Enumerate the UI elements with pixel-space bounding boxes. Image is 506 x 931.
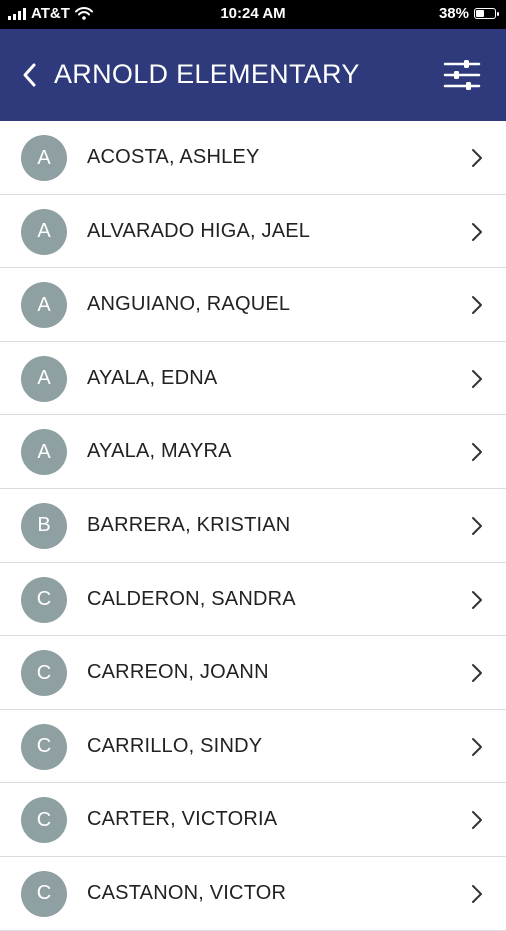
student-name: CALDERON, SANDRA bbox=[87, 587, 296, 610]
battery-icon bbox=[474, 8, 499, 19]
avatar: A bbox=[21, 355, 67, 402]
chevron-right-icon bbox=[472, 590, 482, 609]
chevron-left-icon bbox=[23, 63, 36, 87]
filter-button[interactable] bbox=[442, 55, 482, 95]
student-name: AYALA, MAYRA bbox=[87, 440, 232, 463]
status-right: 38% bbox=[438, 5, 499, 22]
avatar: C bbox=[21, 870, 67, 917]
avatar: C bbox=[21, 723, 67, 770]
list-item[interactable]: C CARREON, JOANN bbox=[0, 636, 506, 710]
app-header: ARNOLD ELEMENTARY bbox=[0, 29, 506, 121]
chevron-right-icon bbox=[472, 369, 482, 388]
chevron-right-icon bbox=[472, 664, 482, 683]
list-item[interactable]: C CASTANON, VICTOR bbox=[0, 857, 506, 931]
chevron-right-icon bbox=[472, 149, 482, 167]
chevron-right-icon bbox=[472, 811, 482, 830]
chevron-right-icon bbox=[472, 296, 482, 315]
avatar: C bbox=[21, 797, 67, 844]
student-name: CARREON, JOANN bbox=[87, 661, 269, 684]
sliders-icon bbox=[443, 60, 481, 90]
student-name: CASTANON, VICTOR bbox=[87, 881, 287, 904]
page-title: ARNOLD ELEMENTARY bbox=[54, 59, 360, 89]
student-name: ALVARADO HIGA, JAEL bbox=[87, 219, 311, 242]
list-item[interactable]: B BARRERA, KRISTIAN bbox=[0, 489, 506, 563]
chevron-right-icon bbox=[472, 884, 482, 903]
avatar: A bbox=[21, 208, 67, 255]
list-item[interactable]: A ALVARADO HIGA, JAEL bbox=[0, 195, 506, 269]
battery-percent: 38% bbox=[438, 5, 469, 22]
avatar: A bbox=[21, 135, 67, 181]
list-item[interactable]: A AYALA, EDNA bbox=[0, 342, 506, 416]
student-name: AYALA, EDNA bbox=[87, 366, 218, 389]
status-bar: AT&T 10:24 AM 38% bbox=[0, 0, 506, 29]
battery-fill bbox=[476, 10, 484, 17]
avatar: B bbox=[21, 502, 67, 549]
student-name: ACOSTA, ASHLEY bbox=[87, 146, 260, 168]
student-name: CARRILLO, SINDY bbox=[87, 734, 263, 757]
avatar: A bbox=[21, 282, 67, 329]
list-item[interactable]: A ACOSTA, ASHLEY bbox=[0, 121, 506, 195]
student-name: ANGUIANO, RAQUEL bbox=[87, 293, 291, 316]
list-item[interactable]: A ANGUIANO, RAQUEL bbox=[0, 268, 506, 342]
list-item[interactable]: A AYALA, MAYRA bbox=[0, 415, 506, 489]
avatar: C bbox=[21, 650, 67, 697]
chevron-right-icon bbox=[472, 516, 482, 535]
chevron-right-icon bbox=[472, 737, 482, 756]
list-item[interactable]: C CALDERON, SANDRA bbox=[0, 563, 506, 637]
list-item[interactable]: C CARRILLO, SINDY bbox=[0, 710, 506, 784]
back-button[interactable] bbox=[14, 57, 44, 93]
chevron-right-icon bbox=[472, 443, 482, 462]
chevron-right-icon bbox=[472, 222, 482, 241]
avatar: A bbox=[21, 429, 67, 476]
student-list: A ACOSTA, ASHLEY A ALVARADO HIGA, JAEL A ANGU… bbox=[0, 121, 506, 931]
student-name: BARRERA, KRISTIAN bbox=[87, 513, 291, 536]
list-item[interactable]: C CARTER, VICTORIA bbox=[0, 783, 506, 857]
avatar: C bbox=[21, 576, 67, 623]
student-name: CARTER, VICTORIA bbox=[87, 808, 278, 831]
status-time: 10:24 AM bbox=[220, 5, 286, 22]
